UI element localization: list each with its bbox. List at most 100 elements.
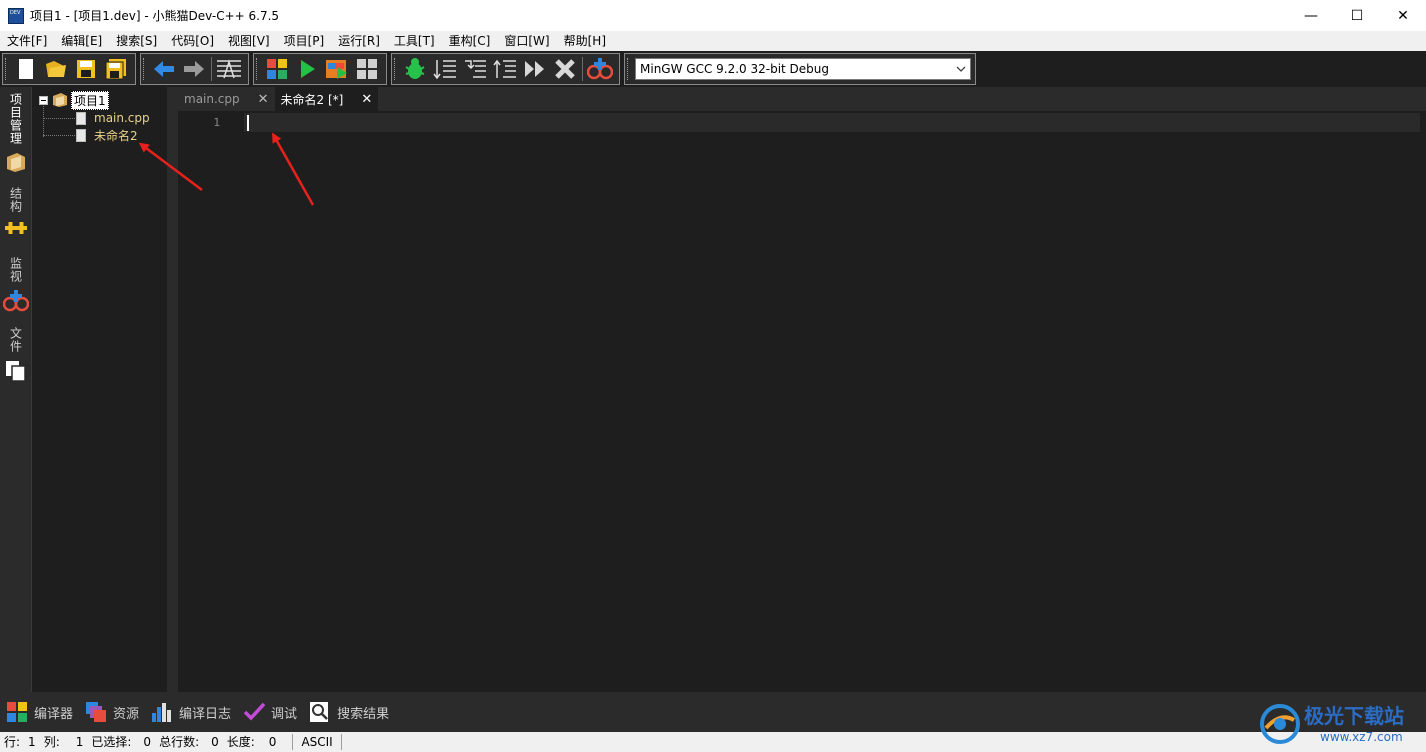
tab-label: 未命名2 [*] xyxy=(280,92,344,107)
tab-compile-log[interactable]: 编译日志 xyxy=(151,701,231,723)
tree-connector xyxy=(43,118,75,119)
window-title: 项目1 - [项目1.dev] - 小熊猫Dev-C++ 6.7.5 xyxy=(30,9,280,23)
step-over-button[interactable] xyxy=(430,55,460,83)
tab-project[interactable]: 项目管理 xyxy=(0,93,32,173)
tab-project-label: 项目管理 xyxy=(8,93,23,145)
menu-refactor[interactable]: 重构[C] xyxy=(442,31,498,51)
continue-button[interactable] xyxy=(520,55,550,83)
tree-root-label: 项目1 xyxy=(71,90,109,110)
save-all-icon xyxy=(105,59,126,80)
rebuild-button[interactable] xyxy=(352,55,382,83)
compiler-grid-icon xyxy=(6,701,28,723)
menu-window[interactable]: 窗口[W] xyxy=(497,31,556,51)
structure-plus-icon xyxy=(5,222,27,234)
tab-files[interactable]: 文件 xyxy=(0,327,32,383)
status-col-value: 1 xyxy=(75,735,84,749)
watermark-url: www.xz7.com xyxy=(1320,730,1403,744)
debug-toolbar-group xyxy=(391,53,620,85)
step-out-button[interactable] xyxy=(490,55,520,83)
files-copy-icon xyxy=(6,361,26,382)
devcpp-window: 项目1 - [项目1.dev] - 小熊猫Dev-C++ 6.7.5 — ☐ ✕… xyxy=(0,0,1426,752)
new-file-icon xyxy=(19,59,33,79)
arrow-right-icon xyxy=(184,61,204,77)
tab-unnamed2[interactable]: 未命名2 [*] ✕ xyxy=(274,87,379,111)
add-watch-button[interactable] xyxy=(585,55,615,83)
status-selected-value: 0 xyxy=(143,735,152,749)
new-file-button[interactable] xyxy=(11,55,41,83)
tab-main-cpp[interactable]: main.cpp ✕ xyxy=(178,87,275,111)
current-line-highlight xyxy=(244,113,1420,132)
tab-watch[interactable]: 监视 xyxy=(0,257,32,313)
project-icon xyxy=(7,153,25,172)
status-total-lines-label: 总行数: xyxy=(159,735,200,749)
panel-splitter[interactable] xyxy=(167,87,178,692)
tab-resources-label: 资源 xyxy=(113,706,140,722)
close-icon[interactable]: ✕ xyxy=(258,92,269,107)
back-button[interactable] xyxy=(149,55,179,83)
tree-file-unnamed2[interactable]: 未命名2 xyxy=(76,127,138,143)
left-panel-tabs: 项目管理 结构 监视 文件 xyxy=(0,87,32,692)
watermark-logo: 极光下载站 www.xz7.com xyxy=(1258,700,1418,750)
compiler-toolbar-group: MinGW GCC 9.2.0 32-bit Debug xyxy=(624,53,976,85)
tab-structure[interactable]: 结构 xyxy=(0,187,32,237)
tab-search-results[interactable]: 搜索结果 xyxy=(309,701,389,723)
menu-view[interactable]: 视图[V] xyxy=(221,31,277,51)
save-all-button[interactable] xyxy=(101,55,131,83)
maximize-button[interactable]: ☐ xyxy=(1334,0,1380,31)
menu-search[interactable]: 搜索[S] xyxy=(109,31,164,51)
text-caret xyxy=(247,115,249,131)
tab-watch-label: 监视 xyxy=(8,257,23,283)
tab-debug-label: 调试 xyxy=(271,706,298,722)
tree-root[interactable]: 项目1 xyxy=(39,90,109,110)
watch-glasses-icon xyxy=(3,290,29,312)
debug-button[interactable] xyxy=(400,55,430,83)
menu-file[interactable]: 文件[F] xyxy=(0,31,54,51)
menu-tools[interactable]: 工具[T] xyxy=(387,31,442,51)
compile-run-button[interactable] xyxy=(322,55,352,83)
forward-button[interactable] xyxy=(179,55,209,83)
tree-connector xyxy=(43,104,44,137)
tab-structure-label: 结构 xyxy=(8,187,23,213)
status-divider xyxy=(340,734,342,750)
stop-debug-button[interactable] xyxy=(550,55,580,83)
open-file-button[interactable] xyxy=(41,55,71,83)
tab-resources[interactable]: 资源 xyxy=(85,701,139,723)
status-encoding: ASCII xyxy=(301,735,333,749)
close-icon[interactable]: ✕ xyxy=(361,92,372,107)
menu-run[interactable]: 运行[R] xyxy=(331,31,387,51)
format-code-button[interactable] xyxy=(214,55,244,83)
code-editor[interactable]: 1 xyxy=(178,111,1426,692)
close-button[interactable]: ✕ xyxy=(1380,0,1426,31)
compiler-select[interactable]: MinGW GCC 9.2.0 32-bit Debug xyxy=(635,58,971,80)
save-button[interactable] xyxy=(71,55,101,83)
step-into-button[interactable] xyxy=(460,55,490,83)
editor-scrollbar[interactable] xyxy=(1420,111,1426,692)
step-out-icon xyxy=(493,59,516,78)
minimize-button[interactable]: — xyxy=(1288,0,1334,31)
play-icon xyxy=(301,60,315,78)
tab-compiler[interactable]: 编译器 xyxy=(6,701,73,723)
step-over-icon xyxy=(433,60,456,80)
title-bar: 项目1 - [项目1.dev] - 小熊猫Dev-C++ 6.7.5 — ☐ ✕ xyxy=(0,0,1426,31)
status-length-value: 0 xyxy=(268,735,277,749)
status-length-label: 长度: xyxy=(226,735,255,749)
status-selected-label: 已选择: xyxy=(91,735,132,749)
menu-project[interactable]: 项目[P] xyxy=(277,31,332,51)
menu-code[interactable]: 代码[O] xyxy=(164,31,221,51)
stop-x-icon xyxy=(555,59,575,79)
bug-icon xyxy=(405,58,425,79)
tab-debug[interactable]: 调试 xyxy=(243,701,297,723)
tree-connector xyxy=(43,135,75,136)
fast-forward-icon xyxy=(525,61,544,77)
status-col-label: 列: xyxy=(43,735,60,749)
resources-icon xyxy=(85,701,107,723)
run-button[interactable] xyxy=(292,55,322,83)
tree-file-main-cpp[interactable]: main.cpp xyxy=(76,110,150,126)
collapse-icon[interactable] xyxy=(39,95,48,105)
arrow-left-icon xyxy=(154,61,174,77)
menu-help[interactable]: 帮助[H] xyxy=(557,31,613,51)
compile-run-icon xyxy=(326,60,347,79)
compiler-select-value: MinGW GCC 9.2.0 32-bit Debug xyxy=(640,62,830,76)
menu-edit[interactable]: 编辑[E] xyxy=(54,31,109,51)
compile-button[interactable] xyxy=(262,55,292,83)
